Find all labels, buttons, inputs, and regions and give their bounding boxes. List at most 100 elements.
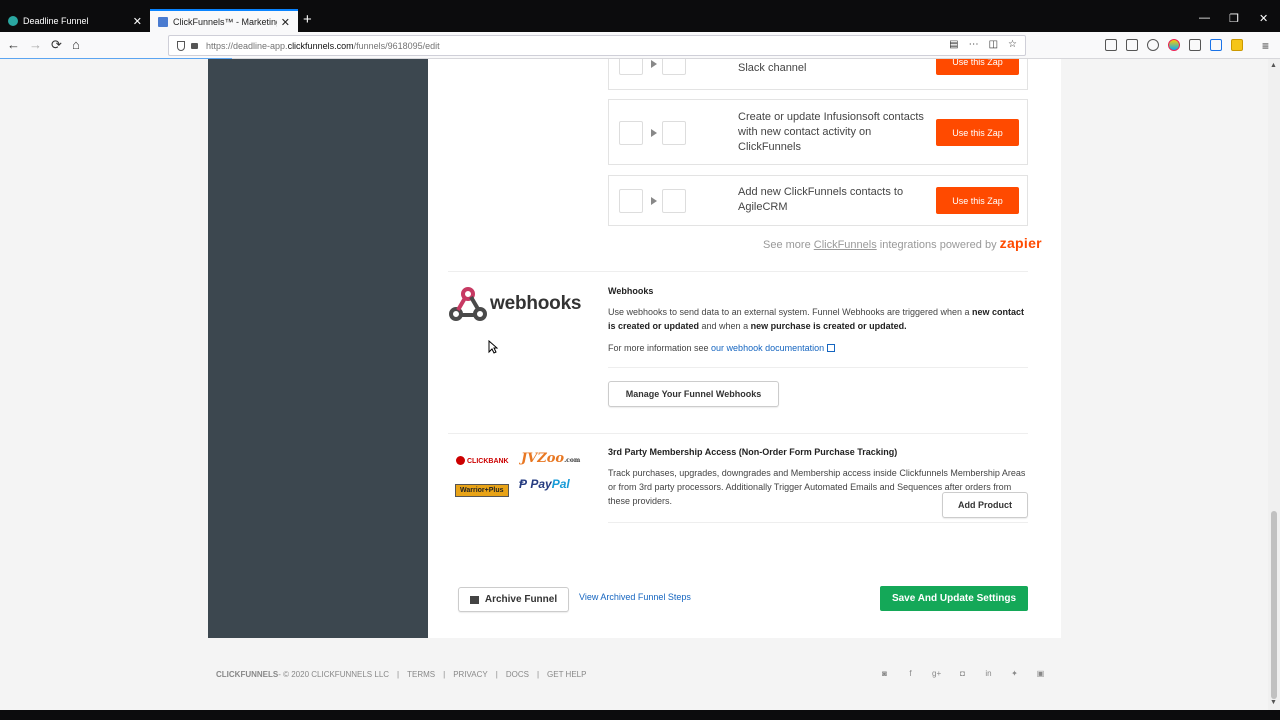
facebook-icon[interactable]: f xyxy=(906,669,915,678)
url-bar[interactable]: https://deadline-app.clickfunnels.com/fu… xyxy=(168,35,1026,56)
taskbar-edge xyxy=(0,710,1280,720)
section-divider xyxy=(448,433,1028,434)
google-plus-icon[interactable]: g+ xyxy=(932,669,941,678)
tab-close-icon[interactable]: ✕ xyxy=(281,16,290,29)
zap-description: Add new ClickFunnels contacts to AgileCR… xyxy=(738,186,904,213)
infusionsoft-app-icon xyxy=(662,121,686,145)
use-this-zap-button[interactable]: Use this Zap xyxy=(936,59,1019,75)
footer-terms-link[interactable]: TERMS xyxy=(407,670,435,679)
reader-view-icon[interactable]: ▤ xyxy=(949,39,958,50)
archive-funnel-button[interactable]: Archive Funnel xyxy=(458,587,569,612)
tab-clickfunnels[interactable]: ClickFunnels™ - Marketing Fun ✕ xyxy=(150,9,298,33)
footer-docs-link[interactable]: DOCS xyxy=(506,670,529,679)
footer-brand: CLICKFUNNELS xyxy=(216,670,279,679)
minimize-button[interactable]: — xyxy=(1199,12,1210,24)
scroll-up-icon[interactable]: ▲ xyxy=(1270,62,1277,69)
mouse-cursor-icon xyxy=(488,340,498,354)
clickfunnels-favicon-icon xyxy=(158,17,168,27)
webhooks-title: Webhooks xyxy=(608,286,654,296)
section-divider xyxy=(448,271,1028,272)
zap-description: Post new ClickFunnels purchases to a Sla… xyxy=(738,62,807,74)
tab-close-icon[interactable]: ✕ xyxy=(133,15,142,28)
extension-grid-icon[interactable] xyxy=(1189,39,1201,51)
linkedin-icon[interactable]: in xyxy=(984,669,993,678)
account-icon[interactable] xyxy=(1147,39,1159,51)
zap-row: Create or update Infusionsoft contacts w… xyxy=(608,99,1028,165)
navigation-toolbar: ← → ⟳ ⌂ https://deadline-app.clickfunnel… xyxy=(0,32,1280,59)
reload-button[interactable]: ⟳ xyxy=(51,37,62,53)
scroll-down-icon[interactable]: ▼ xyxy=(1270,699,1277,706)
warriorplus-logo: Warrior+Plus xyxy=(455,484,509,497)
arrow-right-icon xyxy=(651,197,657,205)
clickfunnels-app-icon xyxy=(619,121,643,145)
clickbank-logo: CLICKBANK xyxy=(456,456,509,465)
webhooks-icon xyxy=(449,287,487,321)
forward-button[interactable]: → xyxy=(29,37,42,52)
tab-deadline-funnel[interactable]: Deadline Funnel ✕ xyxy=(0,10,150,32)
clickbank-icon xyxy=(456,456,465,465)
back-button[interactable]: ← xyxy=(7,37,20,52)
payment-provider-logos: CLICKBANK JVZoo.com Warrior+Plus Ᵽ PayPa… xyxy=(453,451,580,501)
youtube-icon[interactable]: ▣ xyxy=(1036,669,1045,678)
scrollbar-thumb[interactable] xyxy=(1271,511,1277,699)
add-product-button[interactable]: Add Product xyxy=(942,492,1028,518)
agilecrm-app-icon xyxy=(662,189,686,213)
archive-icon xyxy=(469,595,479,604)
library-icon[interactable] xyxy=(1105,39,1117,51)
extension-translate-icon[interactable] xyxy=(1210,39,1222,51)
external-link-icon xyxy=(827,344,836,352)
instagram-icon[interactable]: ◘ xyxy=(958,669,967,678)
rss-icon[interactable]: ◙ xyxy=(880,669,889,678)
tab-title: ClickFunnels™ - Marketing Fun xyxy=(173,17,277,27)
view-archived-steps-link[interactable]: View Archived Funnel Steps xyxy=(579,592,691,602)
lock-icon[interactable] xyxy=(191,42,198,49)
tab-bar: Deadline Funnel ✕ ClickFunnels™ - Market… xyxy=(0,0,1280,33)
page-actions-icon[interactable]: ⋯ xyxy=(969,39,979,50)
url-text: https://deadline-app.clickfunnels.com/fu… xyxy=(206,40,440,51)
webhooks-logo: webhooks xyxy=(448,285,582,323)
see-more-integrations: See more ClickFunnels integrations power… xyxy=(763,235,1042,251)
webhooks-logo-text: webhooks xyxy=(490,293,582,314)
section-divider xyxy=(608,522,1028,523)
zapier-logo: zapier xyxy=(999,235,1042,251)
sidebar-icon[interactable] xyxy=(1126,39,1138,51)
paypal-icon: Ᵽ xyxy=(519,477,528,491)
footer-get-help-link[interactable]: GET HELP xyxy=(547,670,586,679)
manage-webhooks-button[interactable]: Manage Your Funnel Webhooks xyxy=(608,381,779,407)
tracking-shield-icon[interactable] xyxy=(177,40,185,51)
webhooks-more-info: For more information see our webhook doc… xyxy=(608,341,1028,355)
page-viewport: Post new ClickFunnels purchases to a Sla… xyxy=(0,59,1268,710)
tab-title: Deadline Funnel xyxy=(23,16,89,26)
arrow-right-icon xyxy=(651,129,657,137)
vertical-scrollbar[interactable]: ▲ ▼ xyxy=(1268,59,1280,710)
webhooks-description: Use webhooks to send data to an external… xyxy=(608,307,1025,331)
close-window-button[interactable]: ✕ xyxy=(1259,12,1268,25)
zap-row: Post new ClickFunnels purchases to a Sla… xyxy=(608,59,1028,90)
twitter-icon[interactable]: ✦ xyxy=(1010,669,1019,678)
site-footer: CLICKFUNNELS - © 2020 CLICKFUNNELS LLC |… xyxy=(216,670,587,679)
slack-app-icon xyxy=(662,59,686,75)
save-settings-button[interactable]: Save And Update Settings xyxy=(880,586,1028,611)
restore-button[interactable]: ❐ xyxy=(1229,12,1239,25)
footer-privacy-link[interactable]: PRIVACY xyxy=(453,670,488,679)
menu-icon[interactable]: ≡ xyxy=(1262,39,1269,53)
extension-note-icon[interactable] xyxy=(1231,39,1243,51)
membership-title: 3rd Party Membership Access (Non-Order F… xyxy=(608,447,898,457)
webhook-documentation-link[interactable]: our webhook documentation xyxy=(711,343,824,353)
bookmark-star-icon[interactable]: ☆ xyxy=(1008,39,1017,50)
use-this-zap-button[interactable]: Use this Zap xyxy=(936,187,1019,214)
settings-sidebar xyxy=(208,59,428,638)
clickfunnels-integrations-link[interactable]: ClickFunnels xyxy=(814,239,877,251)
arrow-right-icon xyxy=(651,60,657,68)
use-this-zap-button[interactable]: Use this Zap xyxy=(936,119,1019,146)
home-button[interactable]: ⌂ xyxy=(72,37,80,52)
paypal-logo: Ᵽ PayPal xyxy=(519,477,570,491)
pocket-icon[interactable]: ◫ xyxy=(989,39,998,50)
new-tab-button[interactable]: + xyxy=(303,12,312,28)
clickfunnels-app-icon xyxy=(619,59,643,75)
extension-colorpicker-icon[interactable] xyxy=(1168,39,1180,51)
zap-row: Add new ClickFunnels contacts to AgileCR… xyxy=(608,175,1028,226)
deadline-funnel-favicon-icon xyxy=(8,16,18,26)
social-links: ◙ f g+ ◘ in ✦ ▣ xyxy=(880,669,1045,678)
zap-description: Create or update Infusionsoft contacts w… xyxy=(738,111,924,153)
